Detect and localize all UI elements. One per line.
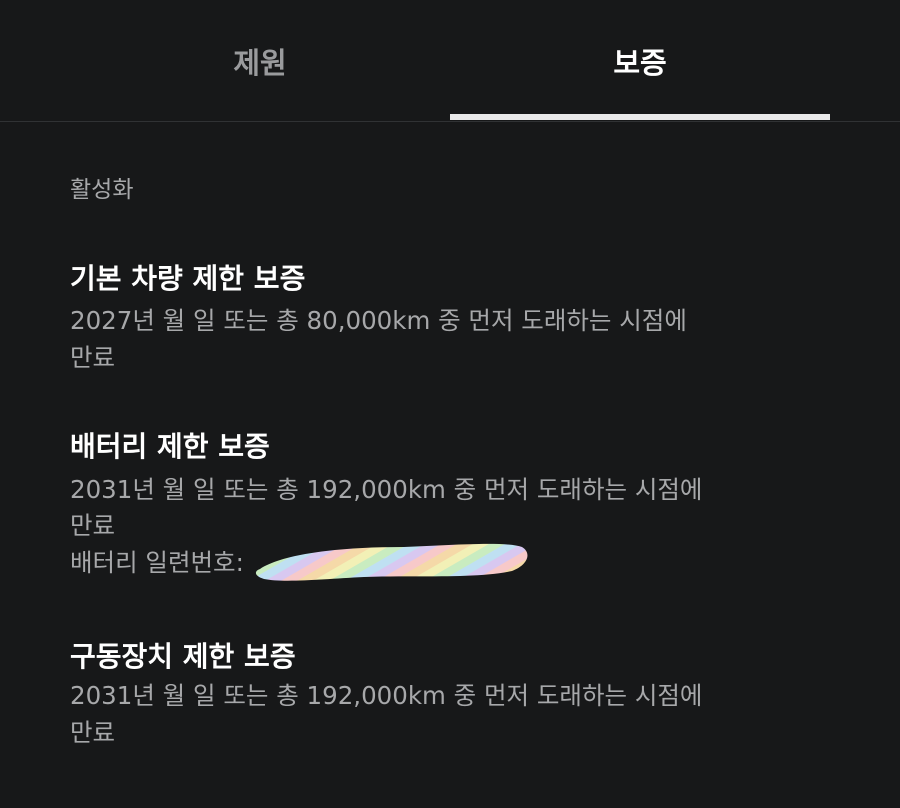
redaction-scribble: [255, 543, 528, 581]
basic-warranty-expiry-cont: 만료: [70, 343, 116, 372]
tab-warranty[interactable]: 보증: [450, 0, 830, 121]
battery-warranty-expiry-cont: 만료: [70, 511, 116, 540]
active-tab-indicator: [450, 114, 830, 120]
powertrain-warranty-expiry: 2031년 월 일 또는 총 192,000km 중 먼저 도래하는 시점에: [70, 681, 703, 710]
powertrain-warranty-title: 구동장치 제한 보증: [70, 640, 296, 673]
warranty-screen: 제원 보증 활성화 기본 차량 제한 보증 2027년 월 일 또는 총 80,…: [0, 0, 900, 808]
battery-serial-label: 배터리 일련번호:: [70, 548, 244, 577]
basic-warranty-expiry: 2027년 월 일 또는 총 80,000km 중 먼저 도래하는 시점에: [70, 306, 687, 335]
tab-specs[interactable]: 제원: [70, 0, 450, 121]
battery-warranty-title: 배터리 제한 보증: [70, 430, 270, 463]
powertrain-warranty-expiry-cont: 만료: [70, 718, 116, 747]
battery-warranty-expiry: 2031년 월 일 또는 총 192,000km 중 먼저 도래하는 시점에: [70, 475, 703, 504]
section-label-active: 활성화: [70, 177, 134, 203]
basic-warranty-title: 기본 차량 제한 보증: [70, 262, 306, 295]
tab-bar: 제원 보증: [0, 0, 900, 122]
